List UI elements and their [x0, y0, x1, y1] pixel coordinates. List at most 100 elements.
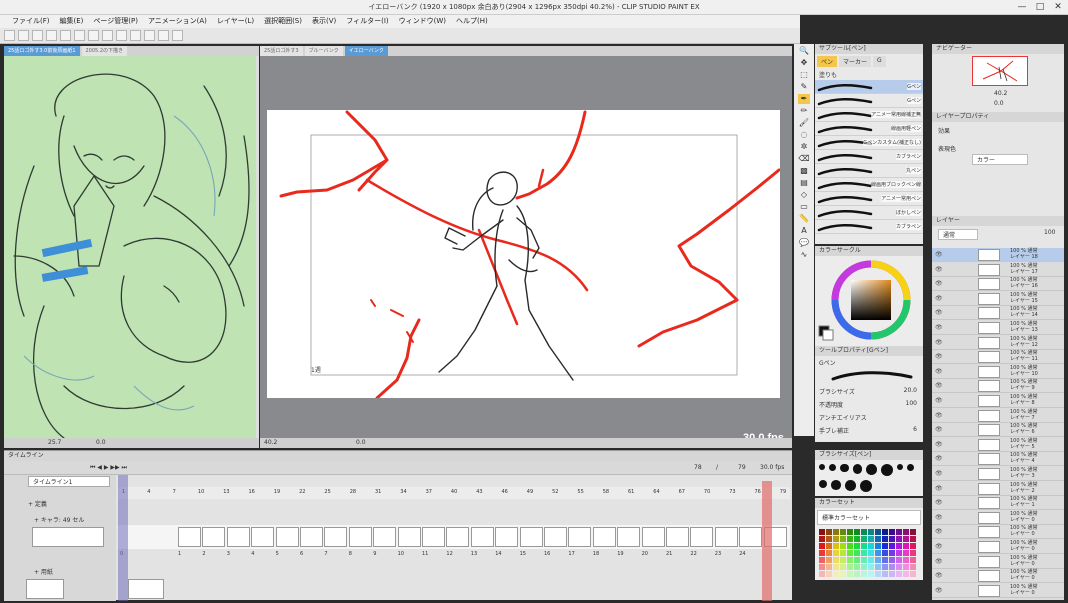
eye-icon[interactable]: 👁	[935, 528, 943, 535]
color-swatch[interactable]	[910, 536, 916, 542]
layer-row[interactable]: 👁 100 % 通常 レイヤー 0	[932, 555, 1064, 569]
subtool-tab-g[interactable]: G	[873, 56, 886, 67]
timeline-select[interactable]: タイムライン1	[28, 476, 110, 487]
color-swatch[interactable]	[903, 529, 909, 535]
color-swatch[interactable]	[903, 550, 909, 556]
color-swatch[interactable]	[826, 529, 832, 535]
cel-thumbnail[interactable]	[422, 527, 445, 547]
color-swatch[interactable]	[868, 536, 874, 542]
eye-icon[interactable]: 👁	[935, 397, 943, 404]
eye-icon[interactable]: 👁	[935, 295, 943, 302]
canvas-tab-2[interactable]: ブルーバンク	[304, 46, 343, 56]
menu-page[interactable]: ページ管理(P)	[93, 15, 138, 28]
brush-item[interactable]: ぼかしペン	[815, 206, 923, 220]
eraser-icon[interactable]: ⌫	[798, 154, 810, 164]
layer-row[interactable]: 👁 100 % 通常 レイヤー 7	[932, 409, 1064, 423]
eye-icon[interactable]: 👁	[935, 470, 943, 477]
cel-thumbnail[interactable]	[226, 527, 250, 547]
color-swatch[interactable]	[840, 529, 846, 535]
tool-property-value[interactable]: 6	[913, 426, 917, 433]
eye-icon[interactable]: 👁	[935, 514, 943, 521]
color-swatch[interactable]	[889, 557, 895, 563]
move-icon[interactable]: ✥	[798, 58, 810, 68]
magnify-icon[interactable]: 🔍	[798, 46, 810, 56]
color-swatch[interactable]	[868, 571, 874, 577]
reference-zoom[interactable]: 25.7	[48, 439, 61, 446]
close-button[interactable]: ✕	[1052, 1, 1064, 13]
eye-icon[interactable]: 👁	[935, 499, 943, 506]
cel-thumbnail[interactable]	[495, 527, 519, 547]
layer-row[interactable]: 👁 100 % 通常 レイヤー 0	[932, 584, 1064, 598]
tool-property-value[interactable]: 100	[906, 400, 917, 407]
brush-size-dot[interactable]	[844, 480, 856, 491]
color-swatch[interactable]	[826, 536, 832, 542]
color-swatch[interactable]	[896, 564, 902, 570]
color-swatch[interactable]	[819, 543, 825, 549]
cel-thumbnail[interactable]	[397, 527, 421, 547]
color-swatch[interactable]	[819, 571, 825, 577]
layer-row[interactable]: 👁 100 % 通常 レイヤー 0	[932, 525, 1064, 540]
invert-selection-icon[interactable]	[116, 30, 127, 41]
color-swatch[interactable]	[854, 529, 860, 535]
brush-size-dot[interactable]	[829, 464, 837, 472]
color-swatch[interactable]	[861, 543, 867, 549]
current-frame[interactable]: 78	[694, 464, 702, 471]
menu-animation[interactable]: アニメーション(A)	[148, 15, 207, 28]
cel-thumbnail[interactable]	[568, 527, 592, 547]
blend-mode-select[interactable]: 通常	[938, 229, 978, 240]
color-swatch[interactable]	[861, 557, 867, 563]
color-swatch[interactable]	[910, 529, 916, 535]
color-swatch[interactable]	[826, 543, 832, 549]
decoration-icon[interactable]: ✲	[798, 142, 810, 152]
color-swatch[interactable]	[861, 550, 867, 556]
subtool-tab-marker[interactable]: マーカー	[839, 56, 872, 67]
menu-file[interactable]: ファイル(F)	[12, 15, 50, 28]
layer-row[interactable]: 👁 100 % 通常 レイヤー 13	[932, 321, 1064, 335]
layer-row[interactable]: 👁 100 % 通常 レイヤー 6	[932, 423, 1064, 438]
color-swatch[interactable]	[854, 564, 860, 570]
subtool-subtab[interactable]: 塗りも	[815, 69, 923, 80]
color-swatch[interactable]	[875, 557, 881, 563]
brush-item[interactable]: 線画用ブロックペン線	[815, 178, 923, 192]
playhead[interactable]	[118, 475, 128, 601]
brush-size-dot[interactable]	[896, 464, 903, 470]
cel-thumbnail[interactable]	[714, 527, 738, 547]
brush-size-dot[interactable]	[819, 480, 828, 489]
snap-grid-icon[interactable]	[158, 30, 169, 41]
pencil-icon[interactable]: ✏	[798, 106, 810, 116]
color-swatch[interactable]	[854, 536, 860, 542]
navigator-angle[interactable]: 0.0	[994, 100, 1004, 107]
color-swatch[interactable]	[833, 543, 839, 549]
color-swatch[interactable]	[896, 550, 902, 556]
color-swatch[interactable]	[910, 543, 916, 549]
layer-row[interactable]: 👁 100 % 通常 レイヤー 3	[932, 467, 1064, 481]
color-swatch[interactable]	[903, 571, 909, 577]
color-swatch[interactable]	[889, 571, 895, 577]
cel-thumbnail[interactable]	[519, 527, 543, 547]
cel-thumbnail[interactable]	[300, 527, 323, 547]
menu-edit[interactable]: 編集(E)	[60, 15, 84, 28]
color-swatch[interactable]	[833, 564, 839, 570]
brush-item[interactable]: アニメ一常用線補正無	[815, 108, 923, 122]
color-swatch[interactable]	[861, 564, 867, 570]
current-frame-marker[interactable]	[762, 481, 772, 601]
expression-select[interactable]: カラー	[972, 154, 1028, 165]
cel-thumbnail[interactable]	[275, 527, 299, 547]
color-swatch[interactable]	[896, 529, 902, 535]
color-swatch[interactable]	[889, 536, 895, 542]
reference-tab-1[interactable]: 25話ロゴ外す3.0前後原画紙1	[4, 46, 80, 56]
color-swatch[interactable]	[868, 529, 874, 535]
cel-thumbnail[interactable]	[202, 527, 226, 547]
eye-icon[interactable]: 👁	[935, 455, 943, 462]
subtool-tab-pen[interactable]: ペン	[817, 56, 838, 67]
color-swatch[interactable]	[854, 557, 860, 563]
cel-thumbnail[interactable]	[324, 527, 348, 547]
color-swatch[interactable]	[847, 557, 853, 563]
eye-icon[interactable]: 👁	[935, 266, 943, 273]
color-swatch[interactable]	[847, 564, 853, 570]
color-swatch[interactable]	[903, 543, 909, 549]
color-swatch[interactable]	[833, 529, 839, 535]
text-icon[interactable]: A	[798, 226, 810, 236]
color-swatch[interactable]	[875, 550, 881, 556]
color-swatch[interactable]	[868, 564, 874, 570]
